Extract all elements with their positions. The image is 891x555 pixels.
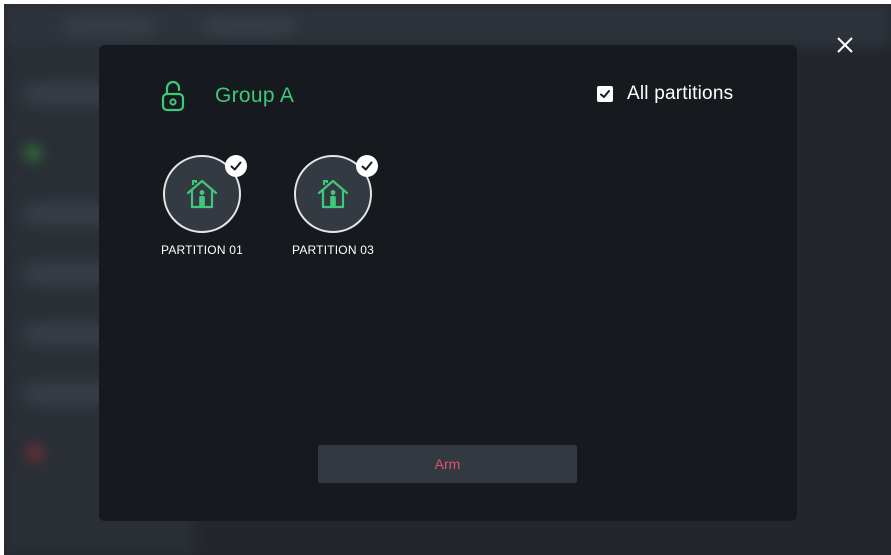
house-person-icon: [186, 179, 218, 209]
selected-check-badge: [356, 155, 378, 177]
background-tab: [64, 18, 154, 34]
checkmark-icon: [361, 161, 373, 171]
group-header: Group A: [161, 77, 294, 115]
unlocked-padlock-icon: [161, 80, 185, 112]
all-partitions-checkbox[interactable]: All partitions: [597, 83, 733, 105]
partition-item-03[interactable]: PARTITION 03: [283, 155, 383, 257]
group-title: Group A: [215, 84, 295, 107]
background-status-dot: [24, 144, 42, 162]
checkbox-checked[interactable]: [597, 86, 613, 102]
close-icon: [837, 37, 853, 53]
background-status-dot: [26, 444, 44, 462]
arm-button-label: Arm: [434, 456, 461, 472]
close-button[interactable]: [834, 34, 856, 56]
partition-label: PARTITION 03: [292, 243, 374, 257]
partition-circle[interactable]: [294, 155, 378, 233]
all-partitions-label: All partitions: [627, 83, 734, 104]
app-screen: Group A All partitions PARTITION 01 PART…: [4, 4, 891, 555]
selected-check-badge: [225, 155, 247, 177]
partition-label: PARTITION 01: [161, 243, 243, 257]
checkmark-icon: [600, 90, 610, 98]
house-person-icon: [317, 179, 349, 209]
checkmark-icon: [230, 161, 242, 171]
partition-circle[interactable]: [163, 155, 247, 233]
partition-dialog: Group A All partitions PARTITION 01 PART…: [99, 45, 797, 521]
arm-button[interactable]: Arm: [318, 445, 577, 483]
background-tab: [204, 18, 294, 34]
partition-item-01[interactable]: PARTITION 01: [152, 155, 252, 257]
